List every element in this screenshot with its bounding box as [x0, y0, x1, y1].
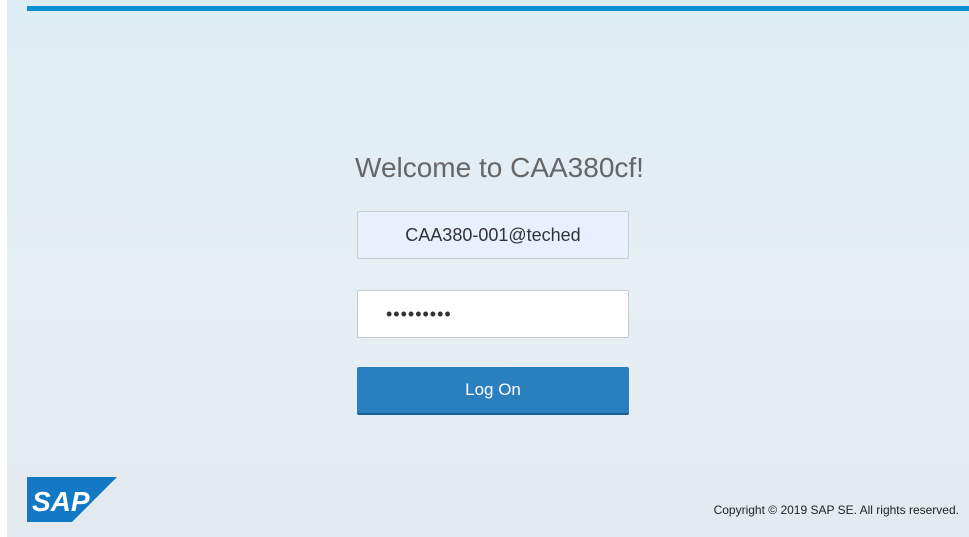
welcome-title: Welcome to CAA380cf! — [355, 152, 644, 183]
top-accent-bar — [27, 6, 969, 11]
password-input[interactable] — [357, 290, 629, 338]
log-on-button[interactable]: Log On — [357, 367, 629, 415]
sap-logo-icon: SAP — [27, 477, 117, 522]
username-input[interactable] — [357, 211, 629, 259]
copyright-text: Copyright © 2019 SAP SE. All rights rese… — [713, 503, 959, 517]
login-page: Welcome to CAA380cf! Log On SAP Copyrigh… — [7, 0, 969, 537]
sap-logo-text: SAP — [32, 486, 90, 517]
